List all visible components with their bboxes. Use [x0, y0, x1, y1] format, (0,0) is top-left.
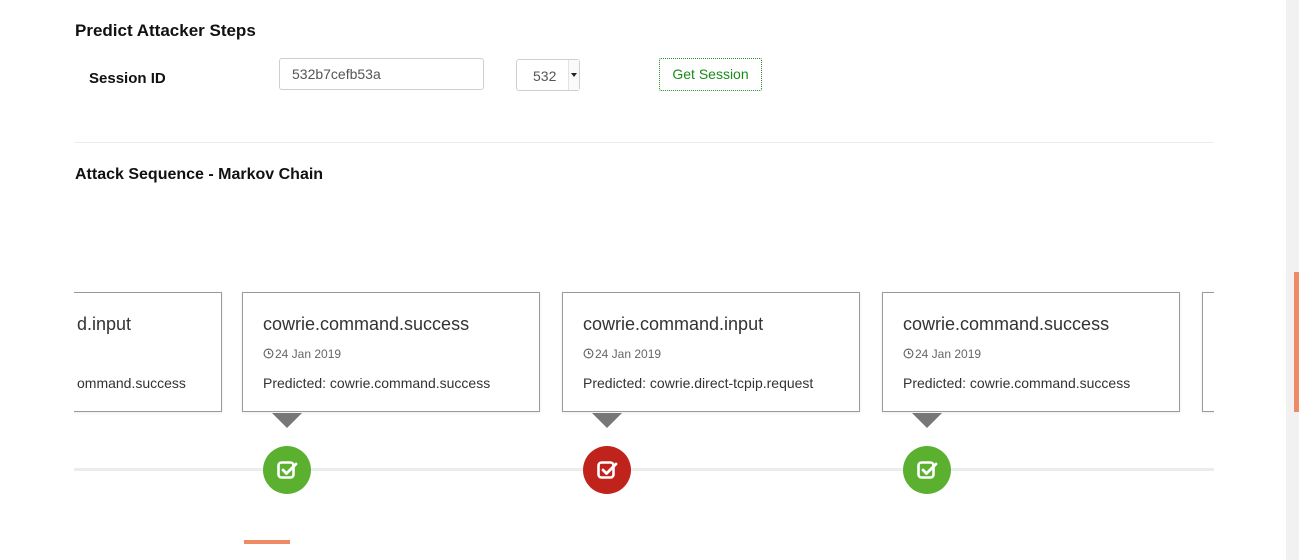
- clock-icon: [903, 348, 914, 359]
- timeline-card-next[interactable]: [1202, 292, 1214, 412]
- status-node-failure[interactable]: [583, 446, 631, 494]
- chevron-down-icon: [571, 73, 577, 77]
- session-select-value: 532: [533, 68, 557, 84]
- timeline-card[interactable]: cowrie.command.input 24 Jan 2019 Predict…: [562, 292, 860, 412]
- card-predicted: Predicted: cowrie.direct-tcpip.request: [583, 375, 814, 391]
- check-square-icon: [277, 461, 298, 479]
- card-predicted: Predicted: cowrie.command.success: [903, 375, 1131, 391]
- clock-icon: [263, 348, 274, 359]
- timeline-line: [74, 468, 1214, 471]
- status-node-success[interactable]: [903, 446, 951, 494]
- session-id-label: Session ID: [89, 70, 166, 87]
- divider: [74, 142, 1214, 143]
- timeline-progress-indicator: [244, 540, 290, 544]
- card-date-text: 24 Jan 2019: [915, 347, 982, 361]
- status-node-success[interactable]: [263, 446, 311, 494]
- card-date-text: 24 Jan 2019: [275, 347, 342, 361]
- scrollbar[interactable]: [1286, 0, 1299, 560]
- select-arrow-button[interactable]: [568, 60, 579, 90]
- check-square-icon: [917, 461, 938, 479]
- timeline-card[interactable]: d.input ommand.success: [74, 292, 222, 412]
- timeline-card[interactable]: cowrie.command.success 24 Jan 2019 Predi…: [242, 292, 540, 412]
- clock-icon: [583, 348, 594, 359]
- card-pointer: [272, 413, 302, 428]
- card-date: 24 Jan 2019: [263, 347, 341, 361]
- card-pointer: [912, 413, 942, 428]
- session-id-input[interactable]: [279, 58, 484, 90]
- card-event: cowrie.command.input: [583, 314, 764, 334]
- session-select[interactable]: 532: [516, 59, 580, 91]
- card-date: 24 Jan 2019: [903, 347, 981, 361]
- card-event: cowrie.command.success: [903, 314, 1110, 334]
- timeline[interactable]: d.input ommand.success cowrie.command.su…: [74, 280, 1214, 560]
- card-date-text: 24 Jan 2019: [595, 347, 662, 361]
- get-session-button[interactable]: Get Session: [659, 58, 762, 91]
- section-title: Attack Sequence - Markov Chain: [75, 166, 324, 183]
- check-square-icon: [597, 461, 618, 479]
- card-event: cowrie.command.success: [263, 314, 470, 334]
- card-predicted: Predicted: cowrie.command.success: [263, 375, 491, 391]
- page-title: Predict Attacker Steps: [75, 21, 256, 40]
- card-date: 24 Jan 2019: [583, 347, 661, 361]
- timeline-card[interactable]: cowrie.command.success 24 Jan 2019 Predi…: [882, 292, 1180, 412]
- card-pointer: [592, 413, 622, 428]
- card-event: d.input: [77, 314, 132, 334]
- card-predicted: ommand.success: [77, 375, 186, 391]
- scrollbar-thumb[interactable]: [1294, 272, 1299, 412]
